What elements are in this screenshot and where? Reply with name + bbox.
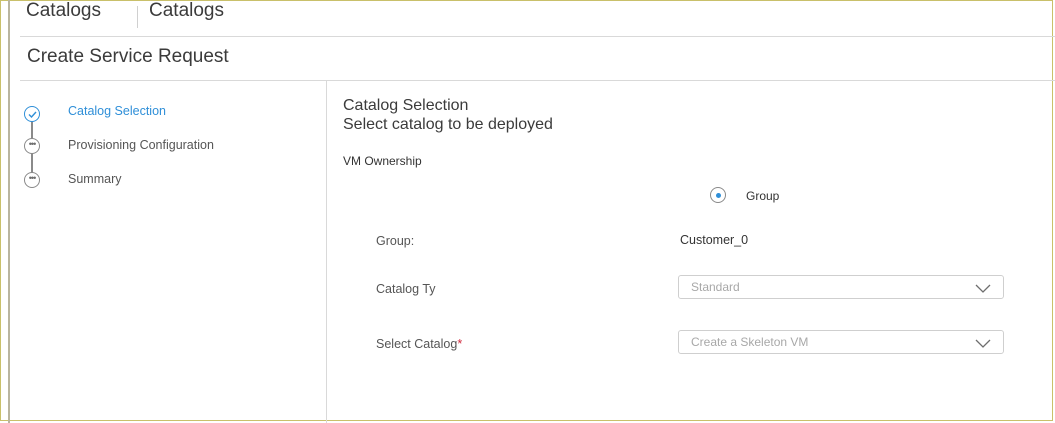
select-catalog-label: Select Catalog* bbox=[376, 337, 462, 351]
tab-catalogs-primary[interactable]: Catalogs bbox=[26, 0, 101, 22]
ellipsis-circle-icon: ••• bbox=[24, 172, 40, 188]
step-label: Catalog Selection bbox=[68, 104, 166, 118]
select-catalog-select[interactable]: Create a Skeleton VM bbox=[678, 330, 1004, 354]
panel-divider bbox=[326, 81, 327, 423]
ellipsis-circle-icon: ••• bbox=[24, 138, 40, 154]
radio-selected-dot bbox=[715, 192, 721, 198]
tab-separator bbox=[137, 6, 138, 28]
window-left-edge bbox=[8, 0, 10, 423]
chevron-down-icon bbox=[975, 336, 991, 354]
section-title: Catalog Selection bbox=[343, 97, 469, 114]
group-radio-label[interactable]: Group bbox=[746, 189, 779, 203]
page-title: Create Service Request bbox=[27, 46, 229, 67]
group-radio[interactable] bbox=[710, 187, 726, 203]
vm-ownership-label: VM Ownership bbox=[343, 154, 422, 168]
select-catalog-value: Create a Skeleton VM bbox=[691, 335, 809, 349]
catalog-type-label: Catalog Ty bbox=[376, 282, 436, 296]
step-label: Summary bbox=[68, 172, 122, 186]
header-divider bbox=[20, 80, 1055, 81]
check-circle-icon bbox=[24, 106, 40, 122]
step-label: Provisioning Configuration bbox=[68, 138, 214, 152]
group-field-value: Customer_0 bbox=[680, 233, 749, 247]
top-divider bbox=[20, 36, 1055, 37]
wizard-stepper: Catalog Selection ••• Provisioning Confi… bbox=[20, 94, 320, 204]
catalog-type-select[interactable]: Standard bbox=[678, 275, 1004, 299]
catalog-type-value: Standard bbox=[691, 280, 740, 294]
group-field-label: Group: bbox=[376, 234, 415, 248]
chevron-down-icon bbox=[975, 281, 991, 299]
tab-catalogs-secondary[interactable]: Catalogs bbox=[149, 0, 224, 22]
required-marker: * bbox=[457, 337, 463, 351]
stepper-connector bbox=[31, 152, 33, 174]
section-subtitle: Select catalog to be deployed bbox=[343, 116, 553, 133]
top-nav: Catalogs Catalogs bbox=[10, 0, 1055, 36]
select-catalog-label-text: Select Catalog bbox=[376, 337, 458, 351]
